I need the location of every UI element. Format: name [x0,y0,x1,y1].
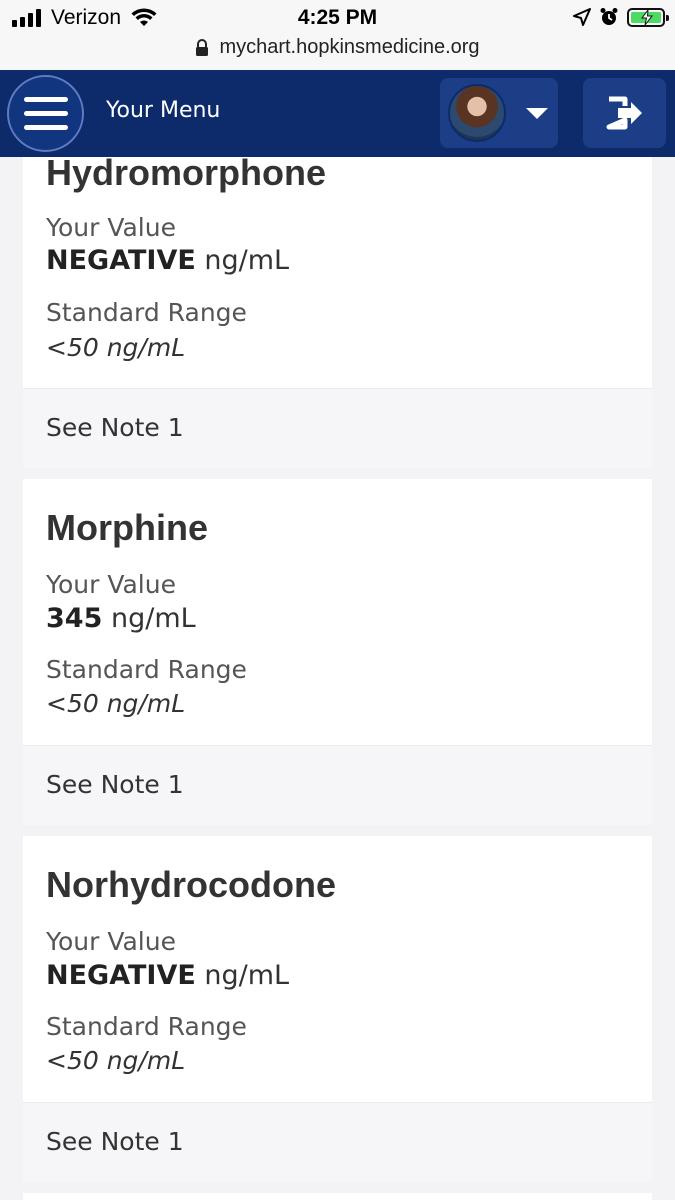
value-number: 345 [46,603,103,634]
logout-icon [606,96,642,130]
result-value: NEGATIVE ng/mL [46,960,289,991]
standard-range-label: Standard Range [46,1012,247,1041]
chevron-down-icon [526,108,548,119]
note-link[interactable]: See Note 1 [46,1127,184,1156]
battery-icon [627,7,669,27]
menu-label[interactable]: Your Menu [106,98,220,123]
account-switcher-button[interactable] [440,78,558,148]
value-unit: ng/mL [204,960,290,991]
result-note[interactable]: See Note 1 [23,1102,652,1182]
result-note[interactable]: See Note 1 [23,388,652,468]
result-card-partial [23,1193,652,1200]
standard-range-value: <50 ng/mL [46,1046,186,1075]
value-number: NEGATIVE [46,245,196,276]
result-card: Norhydrocodone Your Value NEGATIVE ng/mL… [23,836,652,1182]
avatar [448,84,506,142]
standard-range-value: <50 ng/mL [46,689,186,718]
location-arrow-icon [573,8,591,26]
menu-button[interactable] [7,75,84,152]
your-value-label: Your Value [46,570,176,599]
result-note[interactable]: See Note 1 [23,745,652,825]
value-unit: ng/mL [110,603,196,634]
standard-range-label: Standard Range [46,655,247,684]
app-header: Your Menu [0,70,675,157]
result-value: NEGATIVE ng/mL [46,245,289,276]
note-link[interactable]: See Note 1 [46,413,184,442]
logout-button[interactable] [583,78,666,148]
result-name: Norhydrocodone [46,864,337,905]
your-value-label: Your Value [46,927,176,956]
standard-range-label: Standard Range [46,298,247,327]
standard-range-value: <50 ng/mL [46,333,186,362]
value-unit: ng/mL [204,245,290,276]
result-name: Morphine [46,507,208,548]
hamburger-icon [23,97,68,102]
value-number: NEGATIVE [46,960,196,991]
lock-icon [196,38,209,56]
result-value: 345 ng/mL [46,603,196,634]
alarm-icon [600,8,618,25]
result-card: Hydromorphone Your Value NEGATIVE ng/mL … [23,130,652,468]
url-text: mychart.hopkinsmedicine.org [219,36,480,58]
status-bar: Verizon 4:25 PM [0,0,675,36]
result-card: Morphine Your Value 345 ng/mL Standard R… [23,479,652,825]
your-value-label: Your Value [46,213,176,242]
note-link[interactable]: See Note 1 [46,770,184,799]
result-name: Hydromorphone [46,152,327,193]
browser-url-bar[interactable]: mychart.hopkinsmedicine.org [0,36,675,70]
